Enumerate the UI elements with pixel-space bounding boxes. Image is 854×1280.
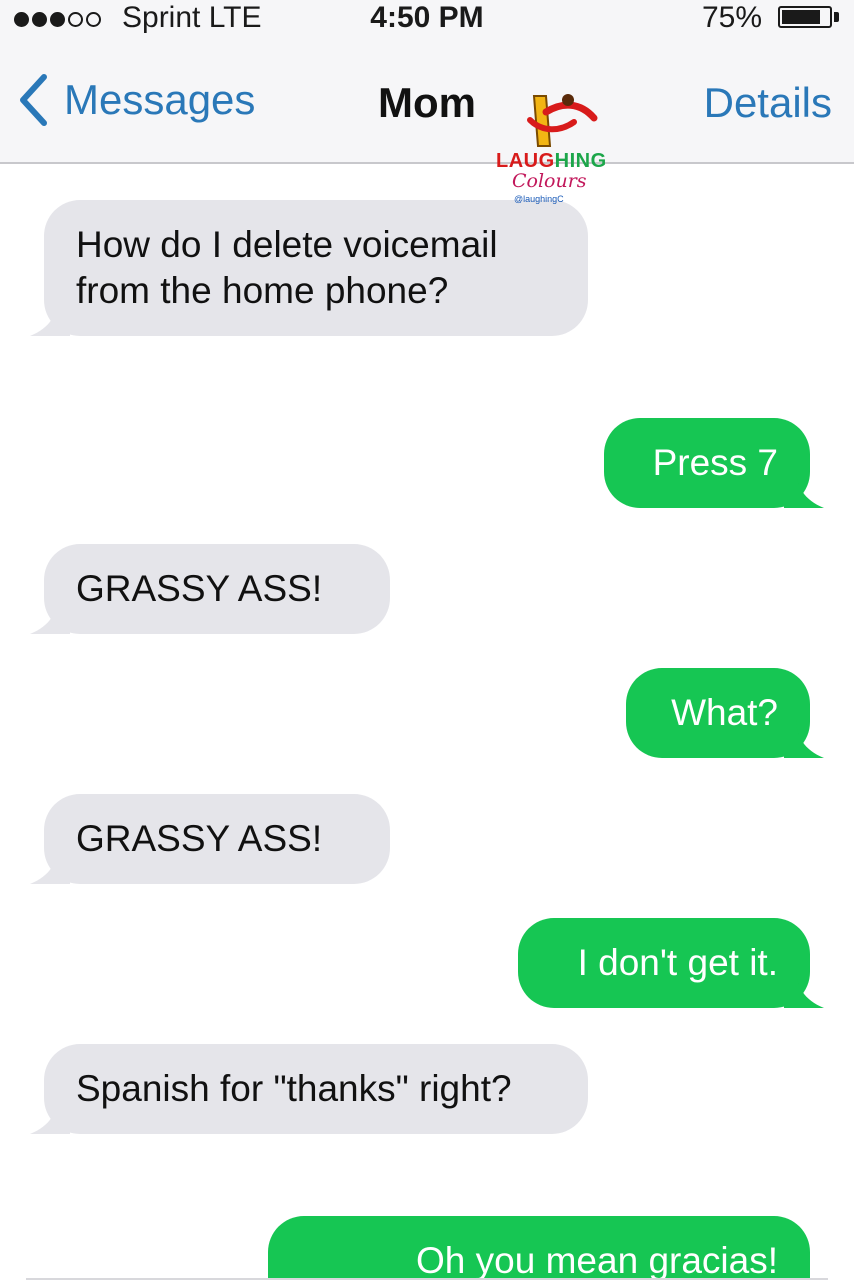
outgoing-message-bubble[interactable]: Oh you mean gracias!	[268, 1216, 810, 1280]
message-thread[interactable]: How do I delete voicemail from the home …	[0, 164, 854, 1280]
watermark-logo-icon	[527, 94, 598, 147]
incoming-message-bubble[interactable]: Spanish for "thanks" right?	[30, 1044, 588, 1134]
status-bar: Sprint LTE 4:50 PM 75%	[0, 0, 854, 38]
message-text: What?	[671, 692, 778, 733]
outgoing-message-bubble[interactable]: What?	[626, 668, 824, 758]
outgoing-message-bubble[interactable]: I don't get it.	[518, 918, 824, 1008]
message-text: GRASSY ASS!	[76, 568, 323, 609]
bubble-tail	[30, 594, 70, 634]
details-button[interactable]: Details	[704, 78, 832, 128]
messages-screen: Sprint LTE 4:50 PM 75% Messages Mom Deta…	[0, 0, 854, 1280]
message-text: Press 7	[652, 442, 778, 483]
bubble-tail	[30, 296, 70, 336]
message-text: I don't get it.	[577, 942, 778, 983]
bubble-tail	[784, 718, 824, 758]
bubble-tail	[30, 1094, 70, 1134]
incoming-message-bubble[interactable]: GRASSY ASS!	[30, 794, 390, 884]
bubble-tail	[30, 844, 70, 884]
message-text: Spanish for "thanks" right?	[76, 1068, 512, 1109]
incoming-message-bubble[interactable]: How do I delete voicemail from the home …	[30, 200, 588, 336]
watermark-subtitle: Colours	[512, 170, 587, 192]
message-text: GRASSY ASS!	[76, 818, 323, 859]
battery-percentage: 75%	[701, 1, 762, 34]
incoming-message-bubble[interactable]: GRASSY ASS!	[30, 544, 390, 634]
navigation-bar: Messages Mom Details	[0, 38, 854, 164]
battery-icon	[778, 6, 832, 28]
outgoing-message-bubble[interactable]: Press 7	[604, 418, 824, 508]
laughing-colours-watermark: LAUGHING Colours @laughingC	[494, 88, 612, 212]
message-text: Oh you mean gracias!	[416, 1240, 778, 1280]
message-text: How do I delete voicemail from the home …	[76, 224, 498, 311]
battery-cap	[834, 12, 839, 22]
bubble-tail	[784, 968, 824, 1008]
bubble-tail	[784, 468, 824, 508]
watermark-handle: @laughingC	[514, 194, 564, 204]
